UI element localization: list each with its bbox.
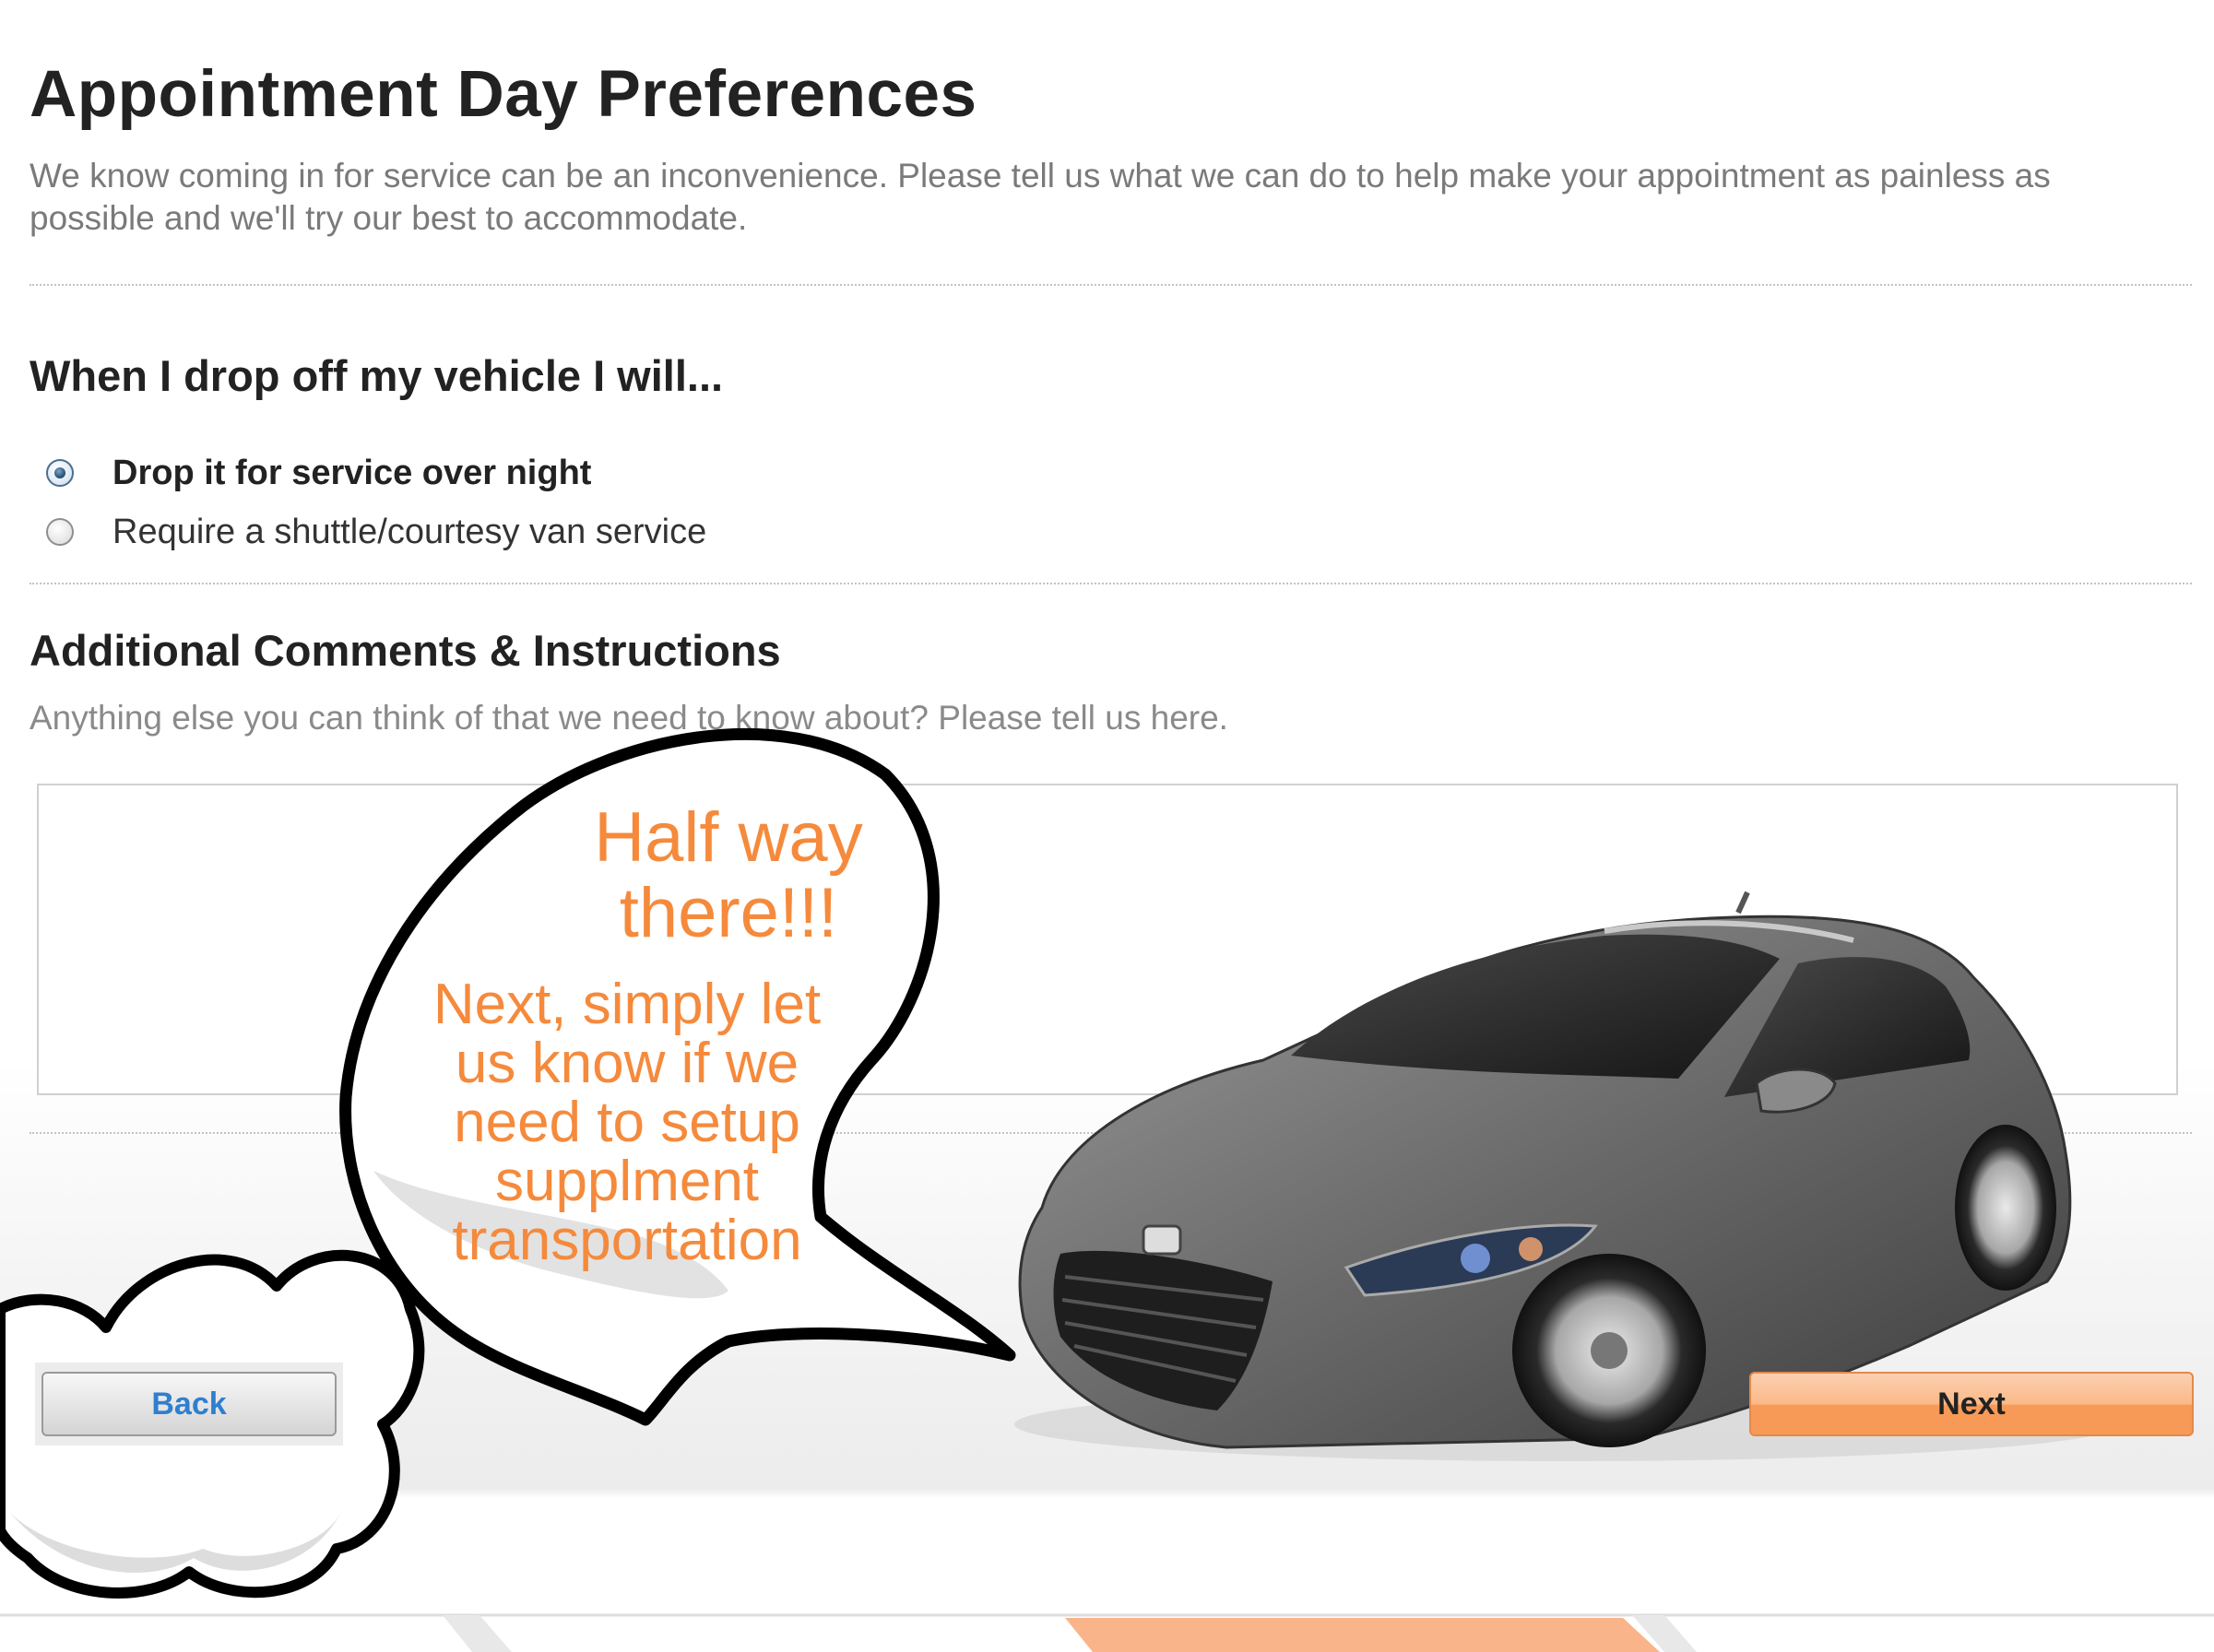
page: Appointment Day Preferences We know comi…: [0, 0, 2214, 1652]
next-button[interactable]: Next: [1749, 1372, 2194, 1436]
